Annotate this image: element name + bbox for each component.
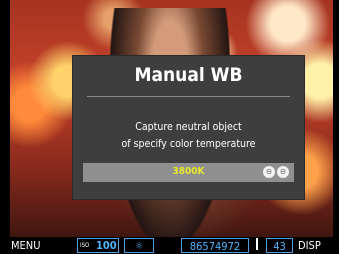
status-bar: MENU ISO 100 ☼ 86574972 43 DISP xyxy=(0,237,339,254)
disp-button[interactable]: DISP xyxy=(298,238,321,253)
manual-wb-dialog: Manual WB Capture neutral object of spec… xyxy=(72,55,305,200)
menu-button[interactable]: MENU xyxy=(11,238,40,253)
color-temperature-selector[interactable]: 3800K ⊖ ⊖ xyxy=(83,163,294,182)
dialog-message-line-2: of specify color temperature xyxy=(121,138,256,150)
shots-remaining: 43 xyxy=(266,238,293,253)
white-balance-icon[interactable]: ☼ xyxy=(124,238,154,253)
adjust-arrows: ⊖ ⊖ xyxy=(263,166,289,178)
dialog-message-line-1: Capture neutral object xyxy=(135,121,242,133)
decrease-icon[interactable]: ⊖ xyxy=(263,166,275,178)
camera-screen: Manual WB Capture neutral object of spec… xyxy=(0,0,339,254)
dialog-title: Manual WB xyxy=(134,64,243,86)
dialog-message: Capture neutral object of specify color … xyxy=(73,119,304,153)
iso-value: 100 xyxy=(96,239,117,252)
dialog-divider xyxy=(87,96,290,97)
increase-icon[interactable]: ⊖ xyxy=(277,166,289,178)
separator xyxy=(256,238,258,250)
image-counter: 86574972 xyxy=(181,238,249,253)
iso-tag: ISO xyxy=(80,242,90,249)
